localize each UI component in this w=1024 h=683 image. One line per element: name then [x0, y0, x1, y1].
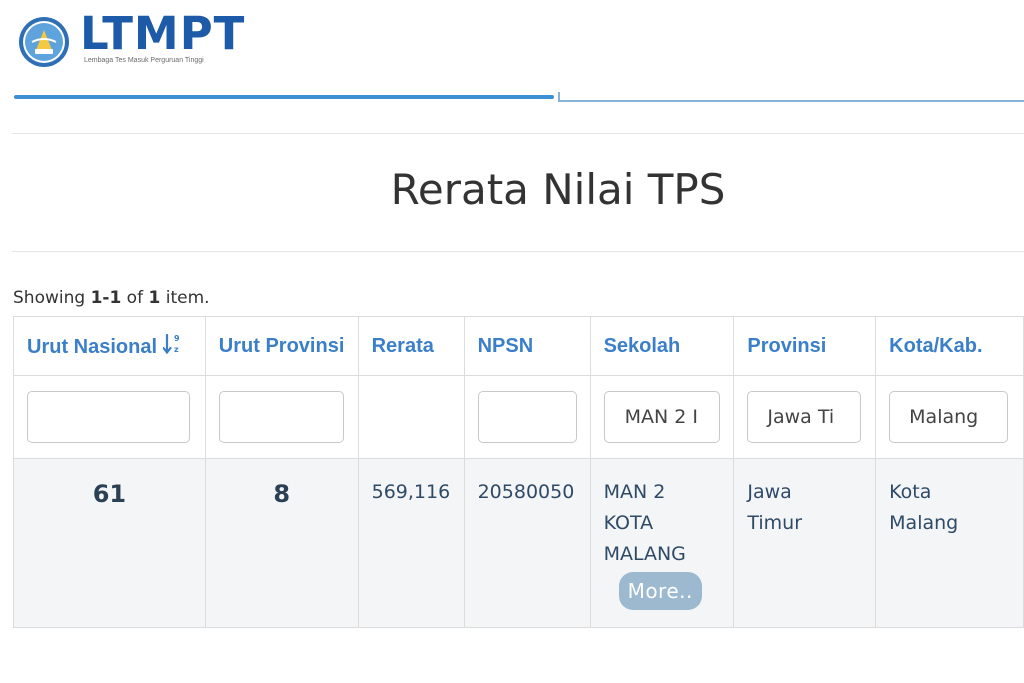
filter-provinsi-input[interactable]: Jawa Ti [747, 391, 862, 443]
column-header-rerata[interactable]: Rerata [357, 316, 465, 376]
column-label[interactable]: Urut Nasional [27, 336, 157, 358]
table-header-row: Urut Nasional 9 z Urut Provinsi Rerata N… [13, 316, 1024, 376]
column-header-sekolah[interactable]: Sekolah [589, 316, 735, 376]
sekolah-line: MALANG [603, 543, 686, 565]
provinsi-line: Jawa [747, 481, 792, 503]
more-button[interactable]: More.. [618, 572, 702, 610]
kota-line: Malang [889, 512, 959, 534]
table-row: 61 8 569,116 20580050 MAN 2 KOTA MALANG … [13, 458, 1024, 628]
column-label[interactable]: NPSN [478, 335, 534, 357]
rerata-value: 569,116 [371, 481, 451, 503]
sekolah-value: MAN 2 KOTA MALANG [591, 459, 734, 570]
filter-cell-empty [357, 375, 465, 459]
cell-sekolah: MAN 2 KOTA MALANG More.. [589, 458, 735, 628]
svg-text:z: z [174, 345, 179, 354]
cell-kota: Kota Malang [875, 458, 1024, 628]
cell-npsn: 20580050 [463, 458, 591, 628]
summary-middle: of [121, 288, 149, 308]
column-label[interactable]: Kota/Kab. [889, 335, 982, 357]
cell-provinsi: Jawa Timur [733, 458, 877, 628]
filter-row: MAN 2 I Jawa Ti Malang [13, 375, 1024, 459]
cell-urut-provinsi: 8 [204, 458, 359, 628]
summary-suffix: item. [160, 288, 210, 308]
provinsi-value: Jawa Timur [734, 459, 875, 539]
kota-value: Kota Malang [876, 459, 1023, 539]
column-label[interactable]: Rerata [372, 335, 434, 357]
urut-nasional-value: 61 [92, 480, 127, 508]
cell-urut-nasional: 61 [13, 458, 206, 628]
column-label[interactable]: Provinsi [747, 335, 826, 357]
filter-cell [204, 375, 359, 459]
column-header-npsn[interactable]: NPSN [463, 316, 591, 376]
filter-sekolah-input[interactable]: MAN 2 I [603, 391, 720, 443]
site-header: LTMPT Lembaga Tes Masuk Perguruan Tinggi [0, 0, 1024, 102]
provinsi-line: Timur [747, 512, 803, 534]
results-table: Urut Nasional 9 z Urut Provinsi Rerata N… [13, 316, 1024, 628]
kota-line: Kota [889, 481, 932, 503]
column-header-urut-nasional[interactable]: Urut Nasional 9 z [13, 316, 206, 376]
cell-rerata: 569,116 [357, 458, 465, 628]
summary-total: 1 [148, 288, 161, 308]
tut-wuri-handayani-emblem-icon[interactable] [18, 16, 70, 68]
filter-urut-nasional-input[interactable] [27, 391, 190, 443]
active-tab-indicator [14, 95, 554, 99]
logo-subtitle: Lembaga Tes Masuk Perguruan Tinggi [84, 57, 204, 64]
page-title: Rerata Nilai TPS [390, 165, 726, 214]
column-header-urut-provinsi[interactable]: Urut Provinsi [204, 316, 359, 376]
column-label[interactable]: Urut Provinsi [219, 335, 345, 357]
inactive-tab-indicator [560, 100, 1024, 102]
results-summary: Showing 1-1 of 1 item. [13, 288, 210, 308]
urut-provinsi-value: 8 [273, 480, 291, 508]
npsn-value: 20580050 [477, 481, 575, 503]
divider [12, 251, 1024, 252]
filter-cell: MAN 2 I [589, 375, 735, 459]
column-header-provinsi[interactable]: Provinsi [733, 316, 877, 376]
divider [12, 133, 1024, 134]
svg-text:9: 9 [174, 334, 180, 343]
summary-range: 1-1 [90, 288, 122, 308]
filter-cell: Malang [875, 375, 1024, 459]
filter-cell [463, 375, 591, 459]
column-label[interactable]: Sekolah [604, 335, 681, 357]
column-header-kota[interactable]: Kota/Kab. [875, 316, 1024, 376]
logo-wordmark[interactable]: LTMPT [80, 8, 245, 60]
filter-cell: Jawa Ti [733, 375, 877, 459]
summary-prefix: Showing [13, 288, 91, 308]
sekolah-line: KOTA [603, 512, 654, 534]
filter-kota-input[interactable]: Malang [889, 391, 1009, 443]
page: LTMPT Lembaga Tes Masuk Perguruan Tinggi… [0, 0, 1024, 683]
sort-numeric-desc-icon[interactable]: 9 z [163, 333, 183, 355]
filter-cell [13, 375, 206, 459]
filter-npsn-input[interactable] [477, 391, 577, 443]
filter-urut-provinsi-input[interactable] [218, 391, 344, 443]
sekolah-line: MAN 2 [603, 481, 666, 503]
